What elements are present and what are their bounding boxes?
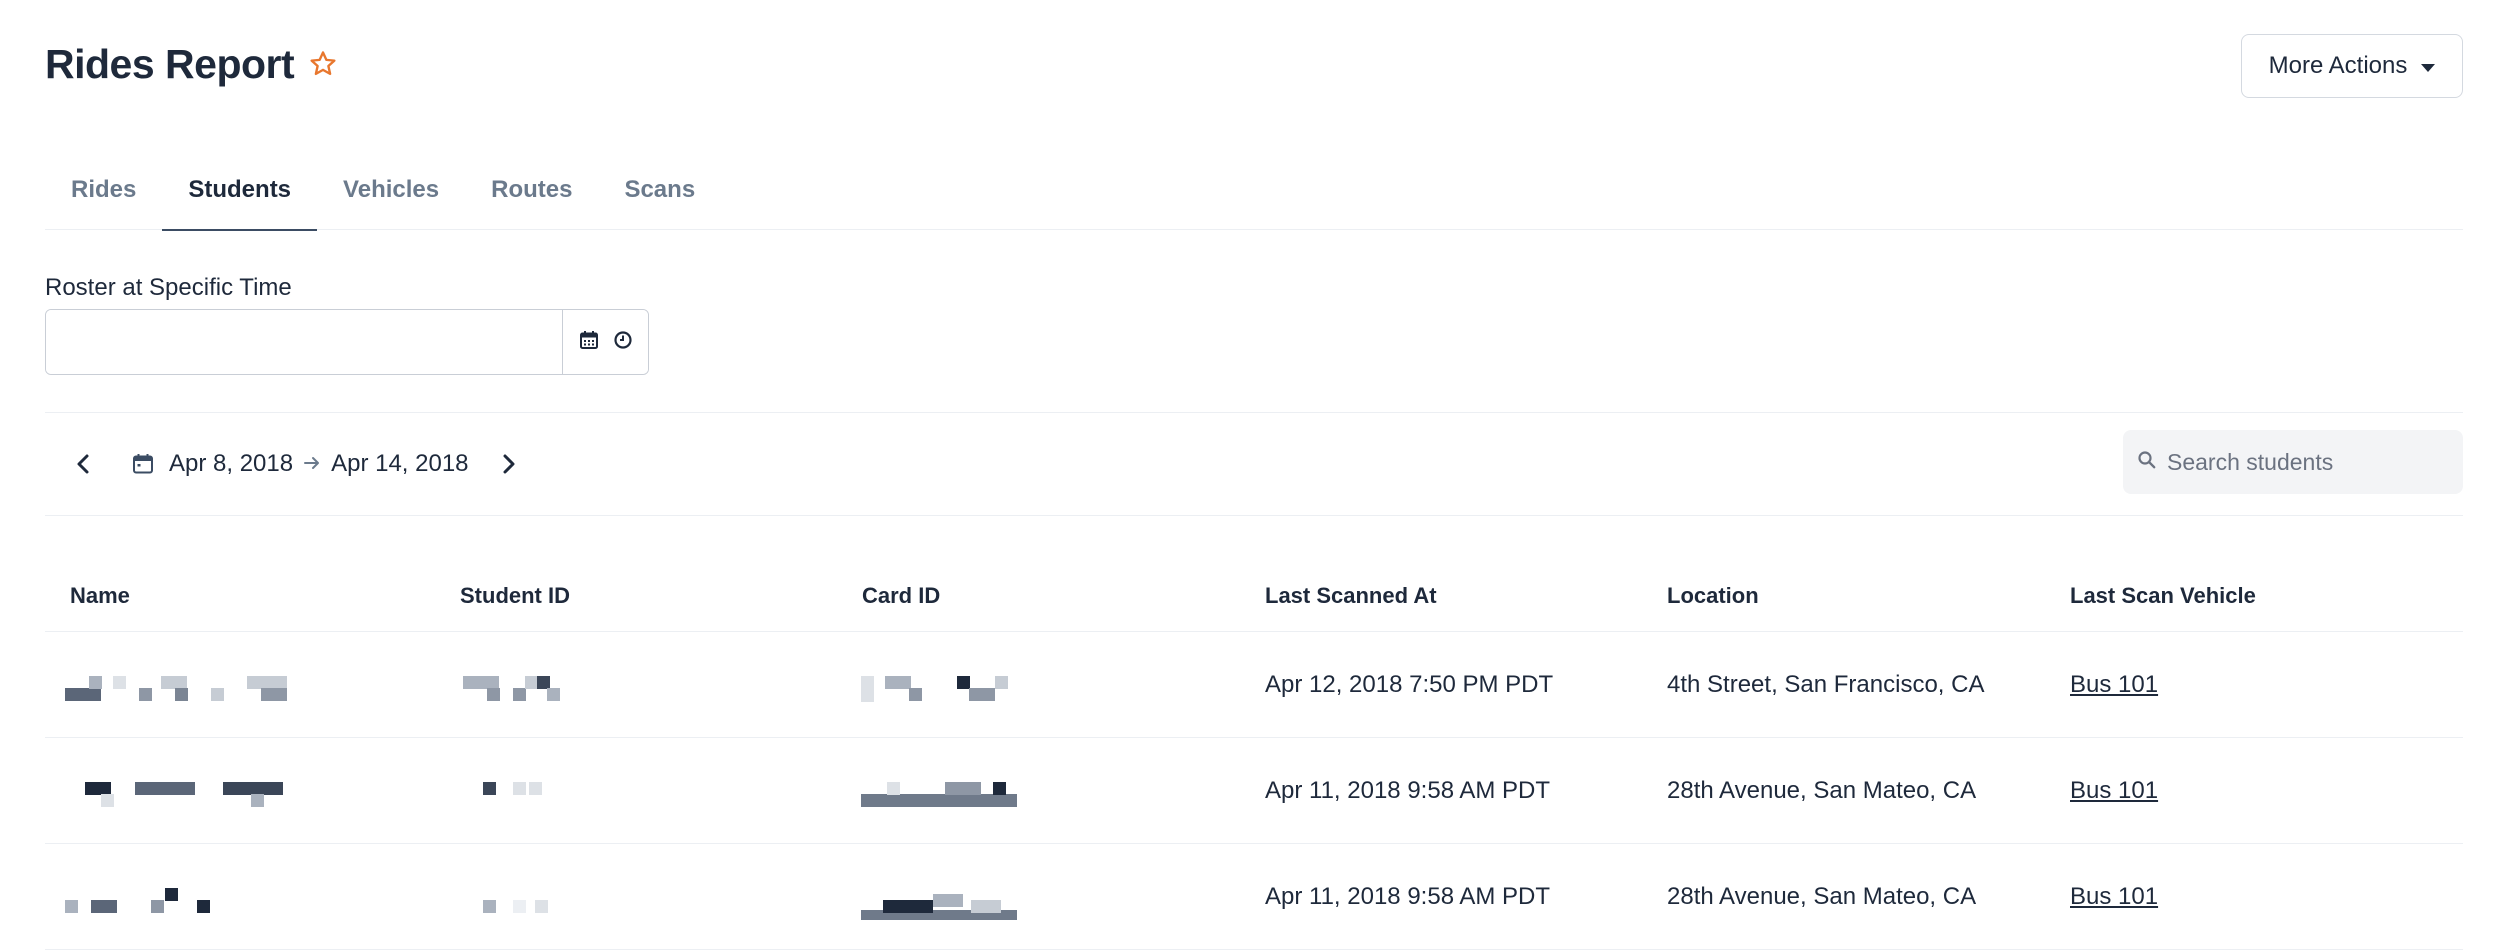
redacted-card-id [861, 782, 1021, 808]
location: 28th Avenue, San Mateo, CA [1667, 776, 1977, 804]
last-scanned-at: Apr 11, 2018 9:58 AM PDT [1265, 776, 1551, 804]
location: 4th Street, San Francisco, CA [1667, 670, 1985, 698]
table-row[interactable]: Apr 12, 2018 7:50 PM PDT 4th Street, San… [45, 632, 2463, 738]
vehicle-link[interactable]: Bus 101 [2070, 671, 2158, 699]
vehicle-link[interactable]: Bus 101 [2070, 777, 2158, 805]
column-header-student-id[interactable]: Student ID [460, 583, 570, 609]
arrow-right-icon [303, 450, 321, 478]
date-range-end: Apr 14, 2018 [331, 450, 469, 477]
location: 28th Avenue, San Mateo, CA [1667, 882, 1977, 910]
tab-vehicles[interactable]: Vehicles [317, 150, 465, 230]
redacted-student-id [463, 782, 573, 808]
rides-report-page: Rides Report More Actions Rides Students… [45, 0, 2463, 950]
calendar-icon [131, 452, 155, 476]
tab-rides[interactable]: Rides [45, 150, 162, 230]
page-title: Rides Report [45, 40, 295, 87]
search-icon [2137, 450, 2157, 475]
table-row[interactable]: Apr 11, 2018 9:58 AM PDT 28th Avenue, Sa… [45, 844, 2463, 950]
last-scanned-at: Apr 12, 2018 7:50 PM PDT [1265, 670, 1554, 698]
redacted-student-id [463, 676, 573, 702]
title-row: Rides Report [45, 36, 338, 92]
chevron-left-icon[interactable] [63, 444, 103, 484]
redacted-name [65, 888, 295, 914]
more-actions-label: More Actions [2268, 52, 2408, 79]
calendar-icon[interactable] [579, 330, 599, 355]
column-header-last-scan-vehicle[interactable]: Last Scan Vehicle [2070, 583, 2256, 609]
redacted-name [65, 676, 295, 702]
column-header-card-id[interactable]: Card ID [862, 583, 940, 609]
search-box [2123, 430, 2463, 494]
column-header-name[interactable]: Name [70, 583, 130, 609]
roster-label: Roster at Specific Time [45, 274, 292, 301]
table-header: Name Student ID Card ID Last Scanned At … [45, 560, 2463, 632]
table-row[interactable]: Apr 11, 2018 9:58 AM PDT 28th Avenue, Sa… [45, 738, 2463, 844]
more-actions-button[interactable]: More Actions [2241, 34, 2463, 98]
column-header-location[interactable]: Location [1667, 583, 1759, 609]
divider [45, 412, 2463, 413]
tab-scans[interactable]: Scans [598, 150, 721, 230]
column-header-last-scanned-at[interactable]: Last Scanned At [1265, 583, 1437, 609]
redacted-name [65, 782, 295, 808]
star-icon[interactable] [308, 49, 338, 79]
tab-students[interactable]: Students [162, 150, 317, 231]
redacted-student-id [463, 888, 573, 914]
caret-down-icon [2421, 63, 2436, 72]
date-range-navigator: Apr 8, 2018 Apr 14, 2018 [63, 440, 529, 488]
divider [45, 515, 2463, 516]
chevron-right-icon[interactable] [489, 444, 529, 484]
date-range-picker[interactable]: Apr 8, 2018 Apr 14, 2018 [131, 450, 469, 478]
clock-icon[interactable] [613, 330, 633, 355]
last-scanned-at: Apr 11, 2018 9:58 AM PDT [1265, 882, 1551, 910]
vehicle-link[interactable]: Bus 101 [2070, 883, 2158, 911]
redacted-card-id [861, 676, 1021, 702]
roster-datetime-input[interactable] [46, 310, 562, 374]
report-tabs: Rides Students Vehicles Routes Scans [45, 150, 2463, 231]
tab-routes[interactable]: Routes [465, 150, 598, 230]
search-input[interactable] [2167, 448, 2457, 476]
roster-picker-addon[interactable] [562, 310, 648, 374]
roster-datetime-picker [45, 309, 649, 375]
students-table: Name Student ID Card ID Last Scanned At … [45, 560, 2463, 950]
redacted-card-id [861, 888, 1021, 920]
date-range-start: Apr 8, 2018 [169, 450, 294, 477]
